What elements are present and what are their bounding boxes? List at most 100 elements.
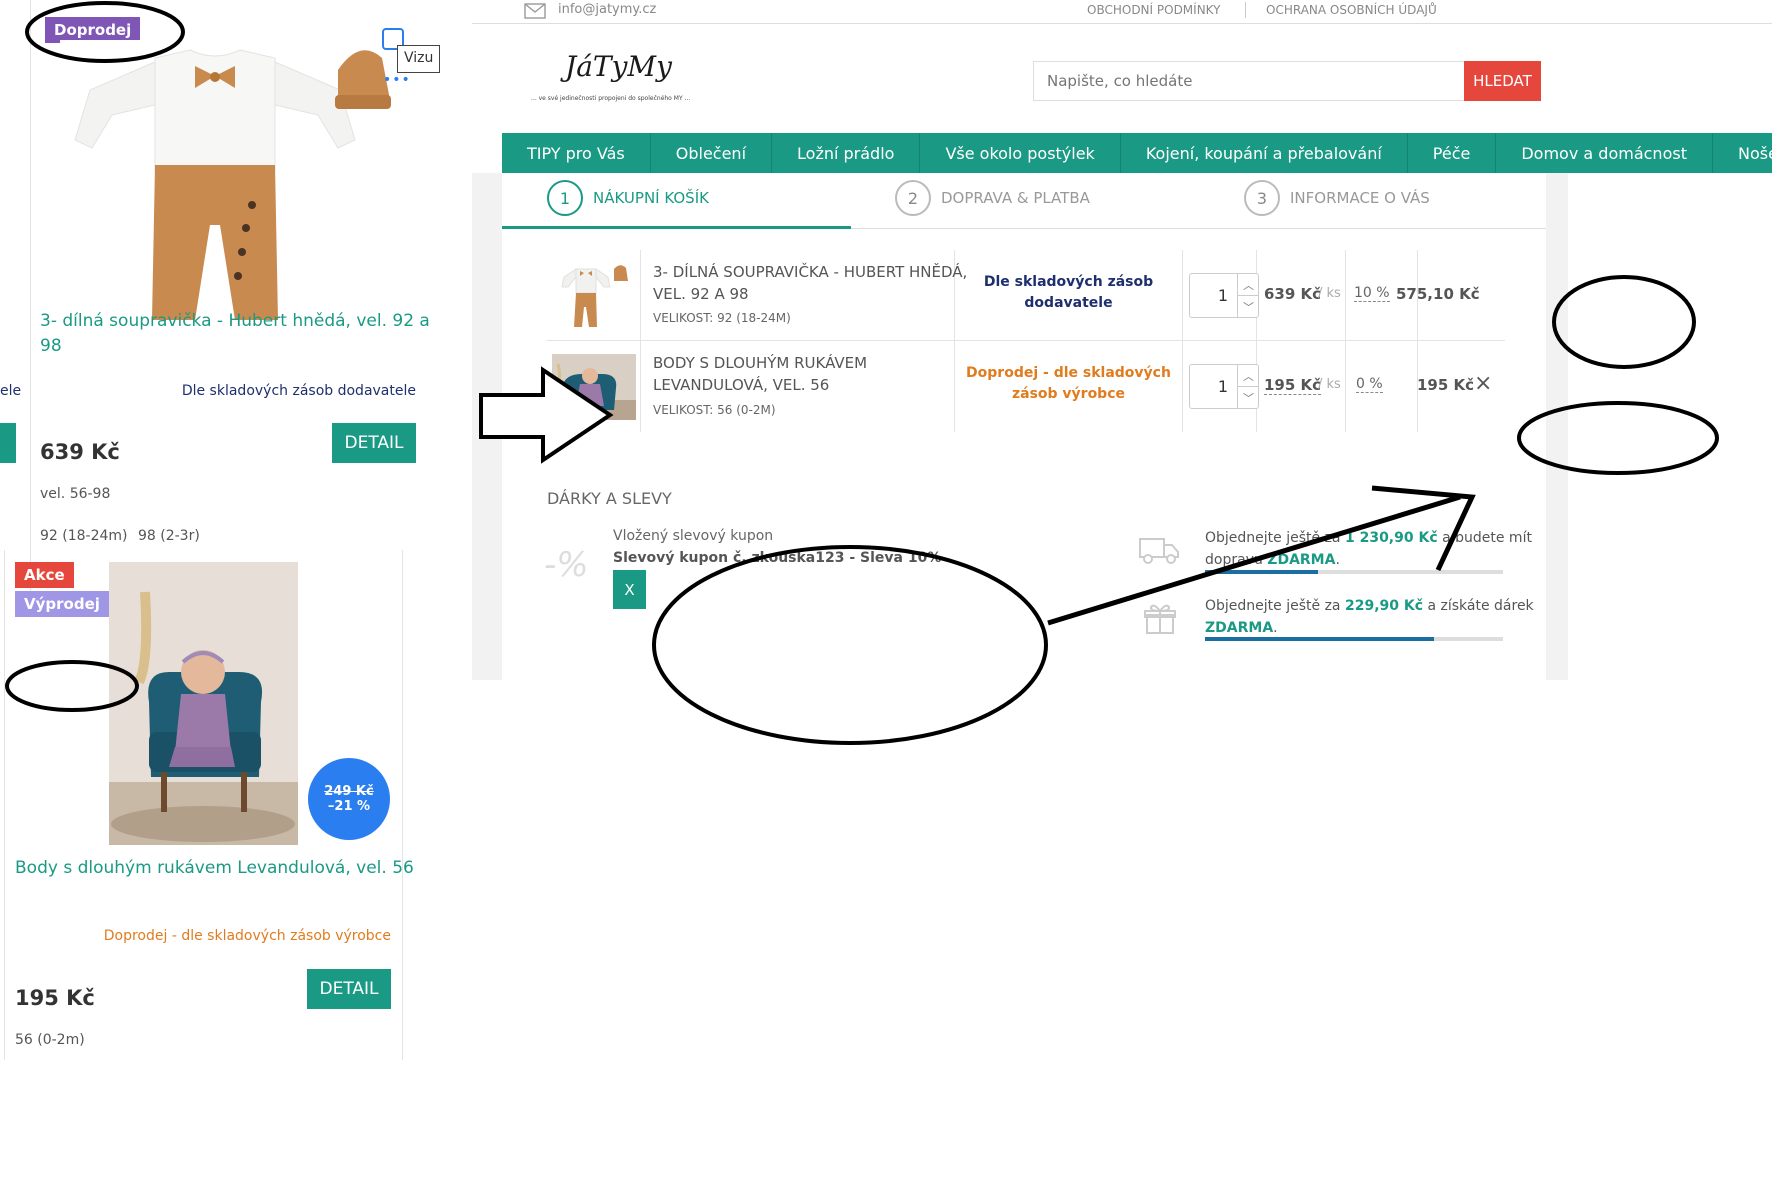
product-name-line2[interactable]: 98: [40, 336, 62, 356]
gutter-right: [1549, 173, 1772, 680]
shipping-progress-fill: [1205, 570, 1319, 574]
size-range: vel. 56-98: [40, 486, 111, 502]
per-unit-label: / ks: [1318, 286, 1341, 301]
decrement-arrow-icon[interactable]: ﹀: [1237, 296, 1259, 318]
gift-progress-fill: [1205, 637, 1435, 641]
card-border-right: [402, 550, 403, 1060]
product-name[interactable]: Body s dlouhým rukávem Levandulová, vel.…: [15, 858, 414, 878]
nav-item-lozni-pradlo[interactable]: Ložní prádlo: [772, 133, 921, 173]
side-teal-button-fragment[interactable]: [0, 423, 16, 463]
size-option-98[interactable]: 98 (2-3r): [138, 528, 200, 544]
badge-vyprodej: Výprodej: [15, 591, 109, 617]
nav-item-pece[interactable]: Péče: [1408, 133, 1497, 173]
availability-text: Doprodej - dle skladových zásob výrobce: [103, 928, 391, 944]
gift-amount: 229,90 Kč: [1344, 598, 1424, 614]
step-label: DOPRAVA & PLATBA: [941, 189, 1090, 207]
cart-item-variant: VELIKOST: 92 (18-24M): [653, 311, 791, 325]
step-info[interactable]: 3 INFORMACE O VÁS: [1244, 180, 1430, 216]
decrement-arrow-icon[interactable]: ﹀: [1237, 387, 1259, 409]
card-border-left: [4, 550, 5, 1060]
discount-percent[interactable]: 10 %: [1354, 285, 1390, 302]
nav-item-noseni[interactable]: Nošení: [1713, 133, 1772, 173]
cart-item-name-line2[interactable]: LEVANDULOVÁ, VEL. 56: [653, 376, 829, 394]
quantity-value[interactable]: 1: [1190, 274, 1236, 317]
shop-page: info@jatymy.cz OBCHODNÍ PODMÍNKY OCHRANA…: [472, 0, 1772, 680]
availability-line2: dodavatele: [1024, 295, 1113, 311]
row-total: 195 Kč: [1417, 376, 1475, 394]
cart-item-name-line1[interactable]: BODY S DLOUHÝM RUKÁVEM: [653, 354, 867, 372]
cart-row: BODY S DLOUHÝM RUKÁVEM LEVANDULOVÁ, VEL.…: [547, 341, 1505, 432]
shipping-amount: 1 230,90 Kč: [1344, 530, 1438, 546]
badge-akce: Akce: [15, 562, 74, 588]
visualize-tooltip: Vizu: [397, 45, 441, 73]
product-card-body: Akce Výprodej 249 Kč –21 % Body s dlouhý…: [0, 550, 414, 1070]
old-price: 249 Kč: [324, 784, 374, 799]
quantity-stepper[interactable]: 1 ︿ ﹀: [1189, 273, 1259, 318]
cart-item-thumbnail[interactable]: [552, 354, 636, 420]
privacy-link[interactable]: OCHRANA OSOBNÍCH ÚDAJŮ: [1266, 3, 1437, 17]
product-image-baby-chair[interactable]: [109, 562, 298, 845]
availability-line1: Dle skladových zásob: [983, 274, 1154, 290]
availability-line1: Doprodej - dle skladových: [966, 365, 1171, 381]
nav-item-postylky[interactable]: Vše okolo postýlek: [920, 133, 1121, 173]
gifts-heading: DÁRKY A SLEVY: [547, 489, 672, 508]
gift-pre: Objednejte ještě za: [1205, 598, 1341, 614]
quantity-value[interactable]: 1: [1190, 365, 1236, 408]
nav-item-tipy[interactable]: TIPY pro Vás: [502, 133, 651, 173]
cart-row: 3- DÍLNÁ SOUPRAVIČKA - HUBERT HNĚDÁ, VEL…: [547, 250, 1505, 340]
detail-button[interactable]: DETAIL: [307, 969, 391, 1009]
increment-arrow-icon[interactable]: ︿: [1237, 365, 1259, 387]
unit-price[interactable]: 195 Kč: [1264, 376, 1322, 395]
quantity-stepper[interactable]: 1 ︿ ﹀: [1189, 364, 1259, 409]
increment-arrow-icon[interactable]: ︿: [1237, 274, 1259, 296]
shipping-mid: a budete mít: [1442, 530, 1532, 546]
cart-item-availability: Dle skladových zásob dodavatele: [955, 272, 1182, 314]
shipping-line2: dopravu: [1205, 552, 1263, 568]
email-link[interactable]: info@jatymy.cz: [558, 2, 656, 17]
side-fragment-text: ele: [0, 383, 22, 399]
remove-item-icon[interactable]: ×: [1474, 371, 1492, 396]
cart-table: 3- DÍLNÁ SOUPRAVIČKA - HUBERT HNĚDÁ, VEL…: [547, 250, 1507, 436]
detail-button[interactable]: DETAIL: [332, 423, 416, 463]
search-input[interactable]: [1033, 61, 1465, 101]
coupon-remove-button[interactable]: X: [613, 570, 646, 609]
divider: [1245, 2, 1246, 18]
terms-link[interactable]: OBCHODNÍ PODMÍNKY: [1087, 3, 1220, 17]
logo-tagline: ... ve své jedinečnosti propojeni do spo…: [531, 95, 691, 102]
mail-icon: [524, 3, 546, 19]
step-shipping[interactable]: 2 DOPRAVA & PLATBA: [895, 180, 1090, 216]
nav-item-obleceni[interactable]: Oblečení: [651, 133, 773, 173]
cart-item-name-line1[interactable]: 3- DÍLNÁ SOUPRAVIČKA - HUBERT HNĚDÁ,: [653, 263, 967, 281]
unit-price: 639 Kč: [1264, 285, 1322, 303]
nav-item-domov[interactable]: Domov a domácnost: [1496, 133, 1713, 173]
more-dots-icon[interactable]: •••: [383, 72, 411, 88]
size-option-92[interactable]: 92 (18-24m): [40, 528, 128, 544]
availability-line2: zásob výrobce: [1011, 386, 1126, 402]
gift-mid: a získáte dárek: [1427, 598, 1534, 614]
percent-icon: -%: [544, 545, 589, 585]
card-border-left: [30, 0, 31, 600]
gift-icon: [1144, 604, 1176, 634]
size-option-56[interactable]: 56 (0-2m): [15, 1032, 85, 1048]
search-button[interactable]: HLEDAT: [1464, 61, 1541, 101]
step-label: INFORMACE O VÁS: [1290, 189, 1430, 207]
gift-progress-bar: [1205, 637, 1503, 641]
cart-item-thumbnail[interactable]: [552, 263, 636, 329]
discount-percent: –21 %: [327, 799, 371, 814]
availability-text: Dle skladových zásob dodavatele: [181, 383, 416, 399]
gift-end: .: [1273, 620, 1278, 636]
gift-free: ZDARMA: [1205, 620, 1274, 636]
step-cart[interactable]: 1 NÁKUPNÍ KOŠÍK: [547, 180, 709, 216]
product-card-hubert: Doprodej Vizu ••• 3- dílná soupravička -…: [0, 0, 483, 620]
product-name-line1[interactable]: 3- dílná soupravička - Hubert hnědá, vel…: [40, 311, 430, 331]
nav-item-kojeni[interactable]: Kojení, koupání a přebalování: [1121, 133, 1408, 173]
logo[interactable]: JáTyMy: [565, 50, 672, 83]
cart-item-variant: VELIKOST: 56 (0-2M): [653, 403, 776, 417]
checkout-steps: 1 NÁKUPNÍ KOŠÍK 2 DOPRAVA & PLATBA 3 INF…: [502, 173, 1546, 229]
main-nav: TIPY pro Vás Oblečení Ložní prádlo Vše o…: [502, 133, 1772, 173]
cart-item-name-line2[interactable]: VEL. 92 A 98: [653, 285, 749, 303]
price: 195 Kč: [15, 986, 95, 1010]
gutter-left: [472, 173, 502, 680]
discount-percent[interactable]: 0 %: [1356, 376, 1383, 393]
per-unit-label: / ks: [1318, 377, 1341, 392]
